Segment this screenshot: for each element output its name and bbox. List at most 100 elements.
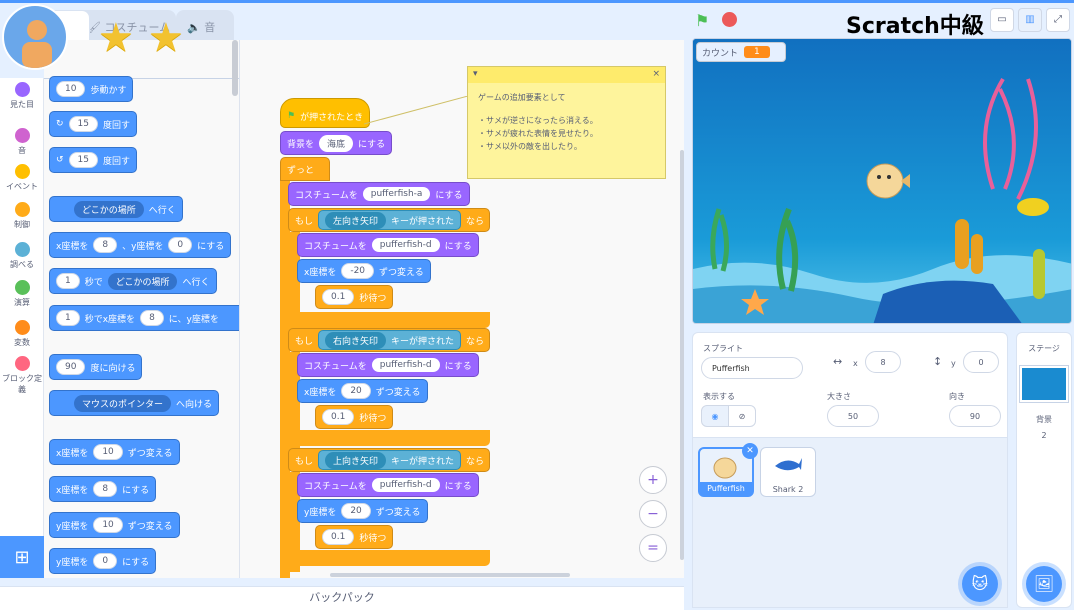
block-dropdown[interactable]: 左向き矢印 bbox=[325, 211, 387, 229]
change-x-block[interactable]: x座標を 20 ずつ変える bbox=[297, 379, 428, 403]
stop-button[interactable] bbox=[722, 12, 737, 27]
block-input[interactable]: 10 bbox=[56, 81, 86, 97]
backpack[interactable]: バックパック bbox=[0, 586, 684, 610]
block-input[interactable]: 0.1 bbox=[322, 409, 355, 425]
block-dropdown[interactable]: どこかの場所 bbox=[74, 200, 144, 218]
block-dropdown[interactable]: pufferfish-d bbox=[371, 238, 440, 252]
block-dropdown[interactable]: マウスのポインター bbox=[74, 394, 172, 412]
add-extension-button[interactable]: ⊞ bbox=[0, 536, 44, 578]
block-input[interactable]: 1 bbox=[56, 273, 80, 289]
block-point-direction[interactable]: 90 度に向ける bbox=[49, 354, 143, 380]
block-input[interactable]: 0 bbox=[93, 553, 118, 569]
key-pressed-block[interactable]: 右向き矢印 キーが押された bbox=[318, 330, 462, 350]
palette-scrollbar[interactable] bbox=[232, 40, 238, 96]
close-icon[interactable]: × bbox=[652, 69, 660, 81]
category-7[interactable]: ブロック定義 bbox=[0, 356, 44, 395]
block-input[interactable]: -20 bbox=[341, 263, 375, 279]
block-dropdown[interactable]: どこかの場所 bbox=[107, 272, 178, 290]
switch-costume-block[interactable]: コスチュームを pufferfish-a にする bbox=[288, 182, 470, 206]
wait-block[interactable]: 0.1 秒待つ bbox=[315, 405, 394, 429]
pufferfish-sprite[interactable] bbox=[863, 159, 911, 203]
collapse-icon[interactable]: ▾ bbox=[473, 69, 478, 81]
sprite-tile-shark2[interactable]: Shark 2 bbox=[760, 447, 816, 497]
block-glide[interactable]: 1 秒で どこかの場所 へ行く bbox=[49, 268, 217, 294]
block-input[interactable]: 20 bbox=[341, 383, 371, 399]
block-dropdown[interactable]: 上向き矢印 bbox=[325, 451, 387, 469]
zoom-out-button[interactable]: − bbox=[639, 500, 667, 528]
block-input[interactable]: 10 bbox=[93, 444, 123, 460]
switch-costume-block[interactable]: コスチュームを pufferfish-d にする bbox=[297, 233, 479, 257]
block-input[interactable]: 0 bbox=[168, 237, 193, 253]
key-pressed-block[interactable]: 左向き矢印 キーが押された bbox=[318, 210, 462, 230]
block-change-x[interactable]: x座標を 10 ずつ変える bbox=[49, 439, 180, 465]
direction-input[interactable]: 90 bbox=[949, 405, 1001, 427]
block-dropdown[interactable]: pufferfish-d bbox=[371, 478, 440, 492]
switch-costume-block[interactable]: コスチュームを pufferfish-d にする bbox=[297, 473, 479, 497]
category-6[interactable]: 変数 bbox=[0, 320, 44, 348]
normal-stage-button[interactable]: ▥ bbox=[1018, 8, 1042, 32]
block-go-to-xy[interactable]: x座標を 8 、y座標を 0 にする bbox=[49, 232, 232, 258]
show-hidden-button[interactable]: ⊘ bbox=[728, 405, 756, 427]
sprite-name-input[interactable]: Pufferfish bbox=[701, 357, 803, 379]
if-block[interactable]: もし 上向き矢印 キーが押された なら bbox=[288, 448, 490, 472]
block-input[interactable]: 90 bbox=[56, 359, 86, 375]
block-dropdown[interactable]: 海底 bbox=[319, 134, 354, 152]
block-input[interactable]: 10 bbox=[93, 517, 123, 533]
variable-monitor[interactable]: カウント 1 bbox=[696, 42, 786, 62]
block-input[interactable]: 15 bbox=[68, 152, 98, 168]
change-x-block[interactable]: x座標を -20 ずつ変える bbox=[297, 259, 431, 283]
block-input[interactable]: 8 bbox=[140, 310, 164, 326]
zoom-reset-button[interactable]: = bbox=[639, 534, 667, 562]
block-move-steps[interactable]: 10 歩動かす bbox=[49, 76, 134, 102]
change-y-block[interactable]: y座標を 20 ずつ変える bbox=[297, 499, 428, 523]
add-sprite-button[interactable]: 🐱 bbox=[962, 566, 998, 602]
block-input[interactable]: 15 bbox=[68, 116, 98, 132]
comment-body[interactable]: ゲームの追加要素として ・サメが逆さになったら消える。 ・サメが疲れた表情を見せ… bbox=[468, 83, 665, 161]
comment-note[interactable]: ▾ × ゲームの追加要素として ・サメが逆さになったら消える。 ・サメが疲れた表情… bbox=[467, 66, 666, 179]
block-point-towards[interactable]: マウスのポインター へ向ける bbox=[49, 390, 220, 416]
show-visible-button[interactable]: ◉ bbox=[701, 405, 729, 427]
block-glide-xy[interactable]: 1 秒でx座標を 8 に、y座標を bbox=[49, 305, 239, 331]
forever-block[interactable]: ずっと bbox=[280, 157, 330, 181]
trash-icon[interactable]: ✕ bbox=[742, 443, 758, 459]
block-dropdown[interactable]: pufferfish-d bbox=[371, 358, 440, 372]
switch-costume-block[interactable]: コスチュームを pufferfish-d にする bbox=[297, 353, 479, 377]
block-go-to[interactable]: どこかの場所 へ行く bbox=[49, 196, 183, 222]
block-turn-left[interactable]: ↺ 15 度回す bbox=[49, 147, 138, 173]
category-0[interactable]: 見た目 bbox=[0, 82, 44, 110]
switch-backdrop-block[interactable]: 背景を 海底 にする bbox=[280, 131, 393, 155]
block-set-y[interactable]: y座標を 0 にする bbox=[49, 548, 157, 574]
block-input[interactable]: 1 bbox=[56, 310, 80, 326]
size-input[interactable]: 50 bbox=[827, 405, 879, 427]
small-stage-button[interactable]: ▭ bbox=[990, 8, 1014, 32]
y-input[interactable]: 0 bbox=[963, 351, 999, 373]
if-block[interactable]: もし 右向き矢印 キーが押された なら bbox=[288, 328, 490, 352]
block-set-x[interactable]: x座標を 8 にする bbox=[49, 476, 157, 502]
wait-block[interactable]: 0.1 秒待つ bbox=[315, 525, 394, 549]
block-input[interactable]: 0.1 bbox=[322, 289, 355, 305]
category-4[interactable]: 調べる bbox=[0, 242, 44, 270]
sprite-tile-pufferfish[interactable]: Pufferfish ✕ bbox=[698, 443, 758, 497]
block-dropdown[interactable]: 右向き矢印 bbox=[325, 331, 387, 349]
category-2[interactable]: イベント bbox=[0, 164, 44, 192]
block-change-y[interactable]: y座標を 10 ずつ変える bbox=[49, 512, 180, 538]
category-5[interactable]: 演算 bbox=[0, 280, 44, 308]
if-block[interactable]: もし 左向き矢印 キーが押された なら bbox=[288, 208, 490, 232]
comment-header[interactable]: ▾ × bbox=[468, 67, 665, 83]
add-backdrop-button[interactable]: 🖼 bbox=[1026, 566, 1062, 602]
when-flag-clicked-block[interactable]: ⚑ が押されたとき bbox=[280, 98, 371, 128]
block-input[interactable]: 20 bbox=[341, 503, 371, 519]
key-pressed-block[interactable]: 上向き矢印 キーが押された bbox=[318, 450, 462, 470]
category-1[interactable]: 音 bbox=[0, 128, 44, 156]
green-flag-button[interactable]: ⚑ bbox=[695, 11, 709, 30]
block-turn-right[interactable]: ↻ 15 度回す bbox=[49, 111, 138, 137]
stage[interactable] bbox=[692, 38, 1072, 324]
wait-block[interactable]: 0.1 秒待つ bbox=[315, 285, 394, 309]
code-scrollbar[interactable] bbox=[680, 150, 684, 560]
block-input[interactable]: 8 bbox=[93, 237, 118, 253]
x-input[interactable]: 8 bbox=[865, 351, 901, 373]
tab-sounds[interactable]: 🔈 音 bbox=[176, 10, 234, 40]
zoom-in-button[interactable]: + bbox=[639, 466, 667, 494]
category-3[interactable]: 制御 bbox=[0, 202, 44, 230]
block-input[interactable]: 0.1 bbox=[322, 529, 355, 545]
